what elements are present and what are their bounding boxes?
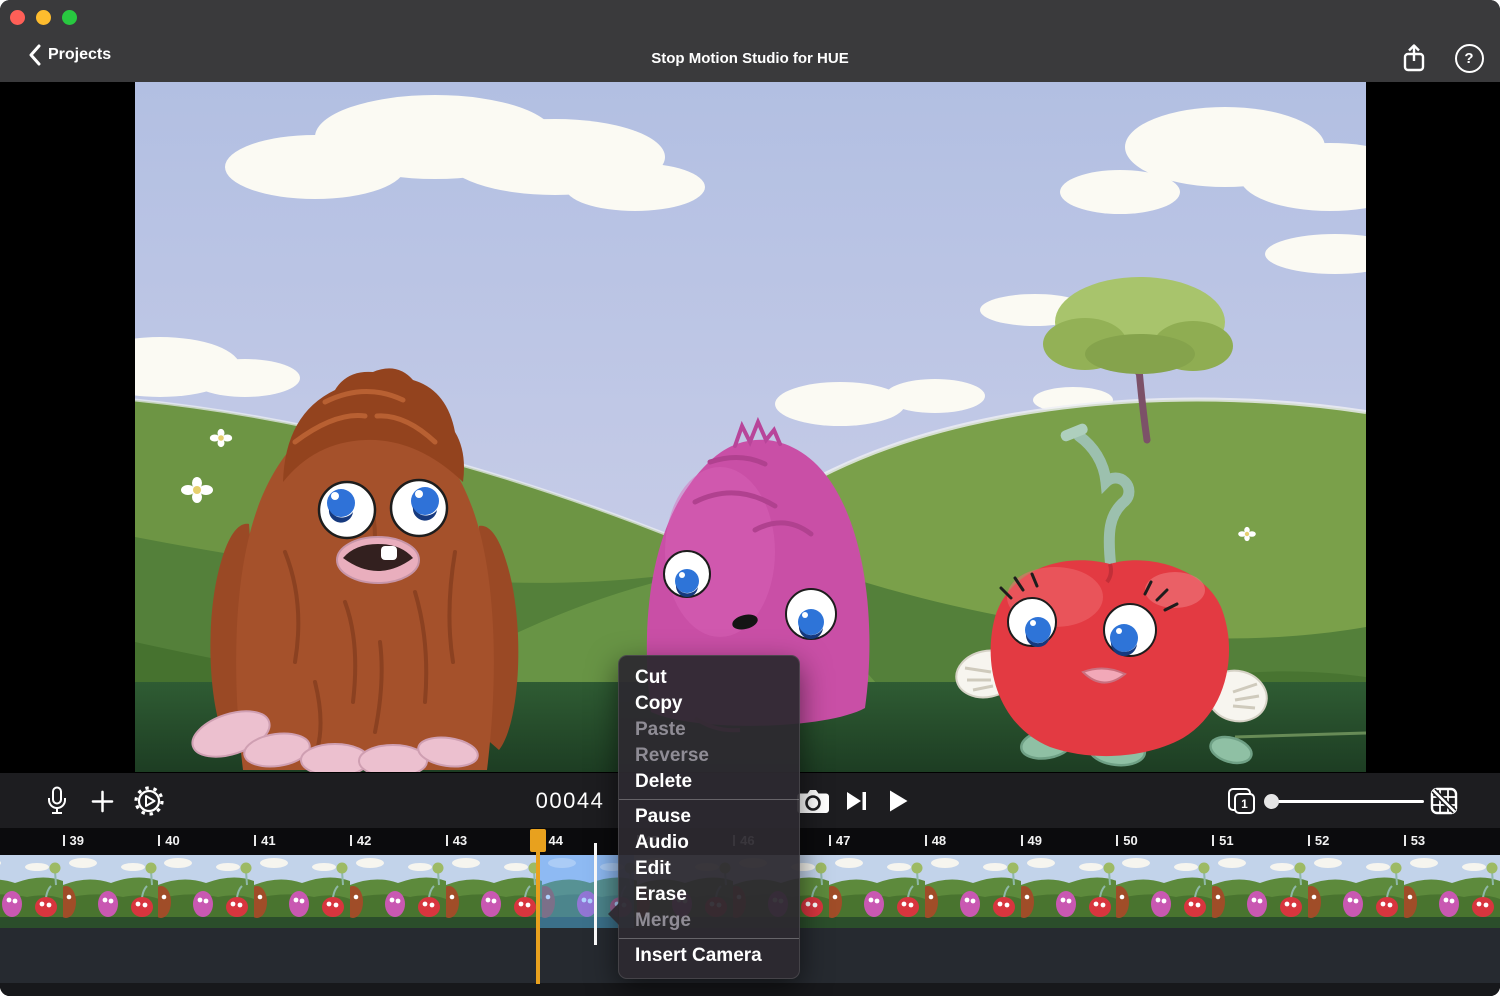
share-icon [1401,43,1427,74]
frame-number-40: 40 [165,833,179,848]
frame-thumbnail[interactable] [254,855,350,928]
menu-divider [619,938,799,939]
overlay-slider[interactable] [1266,800,1424,803]
frame-number-53: 53 [1411,833,1425,848]
window-controls [10,10,77,25]
menu-item-paste: Paste [619,717,799,743]
playhead-line [536,829,540,984]
frame-number-42: 42 [357,833,371,848]
menu-item-merge: Merge [619,908,799,934]
frame-thumbnail[interactable] [1404,855,1500,928]
frame-thumbnail[interactable] [1212,855,1308,928]
help-icon: ? [1455,44,1484,73]
frame-number-44: 44 [549,833,563,848]
overlay-slider-knob[interactable] [1264,794,1279,809]
frame-thumbnail[interactable] [63,855,159,928]
frame-number-43: 43 [453,833,467,848]
title-bar: Projects Stop Motion Studio for HUE ? [0,0,1500,82]
context-menu-arrow [608,903,619,925]
frame-number-50: 50 [1123,833,1137,848]
frame-number-41: 41 [261,833,275,848]
menu-item-insert-camera[interactable]: Insert Camera [619,943,799,969]
timeline-bottom-strip [0,983,1500,996]
ruler-tick [1404,835,1406,846]
frame-thumbnail[interactable] [350,855,446,928]
frame-thumbnail[interactable] [829,855,925,928]
menu-item-copy[interactable]: Copy [619,691,799,717]
minimize-window-button[interactable] [36,10,51,25]
menu-item-pause[interactable]: Pause [619,804,799,830]
frame-thumbnail[interactable] [1116,855,1212,928]
ruler-tick [925,835,927,846]
frame-number-52: 52 [1315,833,1329,848]
help-button[interactable]: ? [1451,40,1487,76]
frame-thumbnail[interactable] [925,855,1021,928]
ruler-tick [1116,835,1118,846]
onion-skin-button[interactable]: 1 [1228,788,1258,816]
frame-thumbnail[interactable] [1308,855,1404,928]
ruler-tick [1021,835,1023,846]
frame-number-39: 39 [70,833,84,848]
ruler-tick [1308,835,1310,846]
microphone-icon [45,786,69,816]
frame-thumbnail[interactable] [446,855,542,928]
menu-item-erase[interactable]: Erase [619,882,799,908]
frame-counter: 00044 [505,773,635,829]
record-audio-button[interactable] [40,773,74,829]
playback-settings-icon [133,785,165,817]
context-menu-items: CutCopyPasteReverseDelete PauseAudioEditE… [619,665,799,969]
add-frame-button[interactable] [85,773,119,829]
play-button[interactable] [882,773,914,829]
context-menu: CutCopyPasteReverseDelete PauseAudioEditE… [618,655,800,979]
scrub-position-indicator [594,843,597,945]
menu-item-reverse: Reverse [619,743,799,769]
app-window: Projects Stop Motion Studio for HUE ? [0,0,1500,996]
ruler-tick [254,835,256,846]
play-icon [886,788,910,814]
menu-item-cut[interactable]: Cut [619,665,799,691]
camera-icon [796,788,830,814]
frame-thumbnail[interactable] [1021,855,1117,928]
skip-to-end-icon [844,789,868,813]
frame-number-47: 47 [836,833,850,848]
frame-thumbnail[interactable] [0,855,63,928]
frame-thumbnail[interactable] [158,855,254,928]
menu-item-audio[interactable]: Audio [619,830,799,856]
add-icon [91,790,114,813]
menu-divider [619,799,799,800]
frame-number-51: 51 [1219,833,1233,848]
ruler-tick [63,835,65,846]
ruler-tick [350,835,352,846]
ruler-tick [1212,835,1214,846]
playhead-handle[interactable] [530,829,546,852]
close-window-button[interactable] [10,10,25,25]
ruler-tick [446,835,448,846]
grid-toggle-button[interactable] [1428,773,1460,829]
frame-number-48: 48 [932,833,946,848]
grid-off-icon [1430,787,1458,815]
frame-number-49: 49 [1028,833,1042,848]
skip-to-end-button[interactable] [840,773,872,829]
playback-settings-button[interactable] [131,773,167,829]
ruler-tick [829,835,831,846]
share-button[interactable] [1396,40,1432,76]
page-title: Stop Motion Studio for HUE [0,50,1500,67]
zoom-window-button[interactable] [62,10,77,25]
menu-item-delete[interactable]: Delete [619,769,799,795]
ruler-tick [158,835,160,846]
menu-item-edit[interactable]: Edit [619,856,799,882]
